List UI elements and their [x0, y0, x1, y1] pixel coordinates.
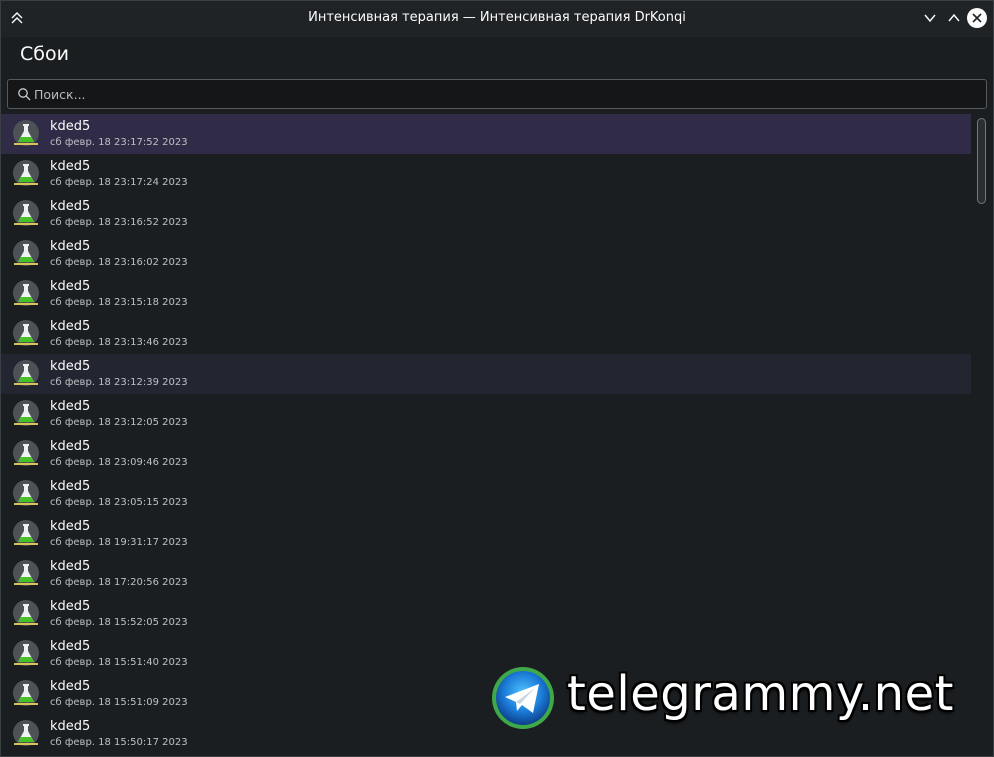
chevron-up-icon — [948, 13, 960, 22]
search-icon — [18, 88, 31, 101]
crash-list-item[interactable]: kded5 сб февр. 18 23:17:52 2023 — [1, 114, 971, 154]
crash-app-name: kded5 — [50, 199, 91, 214]
flask-icon — [13, 440, 39, 466]
page-title: Сбои — [20, 43, 69, 65]
crash-app-name: kded5 — [50, 279, 91, 294]
crash-timestamp: сб февр. 18 23:12:39 2023 — [50, 377, 188, 388]
crash-app-name: kded5 — [50, 359, 91, 374]
crash-timestamp: сб февр. 18 23:16:02 2023 — [50, 257, 188, 268]
crash-timestamp: сб февр. 18 15:51:40 2023 — [50, 657, 188, 668]
watermark: telegrammy.net — [491, 664, 981, 734]
crash-timestamp: сб февр. 18 15:52:05 2023 — [50, 617, 188, 628]
scrollbar[interactable] — [972, 114, 992, 756]
flask-icon — [13, 640, 39, 666]
crash-timestamp: сб февр. 18 23:15:18 2023 — [50, 297, 188, 308]
crash-list-item[interactable]: kded5 сб февр. 18 17:20:56 2023 — [1, 554, 971, 594]
crash-timestamp: сб февр. 18 19:31:17 2023 — [50, 537, 188, 548]
search-box[interactable] — [7, 79, 987, 109]
crash-timestamp: сб февр. 18 17:20:56 2023 — [50, 577, 188, 588]
crash-app-name: kded5 — [50, 559, 91, 574]
crash-app-name: kded5 — [50, 719, 91, 734]
crash-list-item[interactable]: kded5 сб февр. 18 23:15:18 2023 — [1, 274, 971, 314]
crash-list-item[interactable]: kded5 сб февр. 18 23:16:02 2023 — [1, 234, 971, 274]
flask-icon — [13, 680, 39, 706]
crash-list-item[interactable]: kded5 сб февр. 18 15:52:05 2023 — [1, 594, 971, 634]
crash-list-item[interactable]: kded5 сб февр. 18 23:05:15 2023 — [1, 474, 971, 514]
close-button[interactable] — [967, 8, 987, 28]
crash-timestamp: сб февр. 18 23:13:46 2023 — [50, 337, 188, 348]
crash-timestamp: сб февр. 18 15:50:17 2023 — [50, 737, 188, 748]
window-title: Интенсивная терапия — Интенсивная терапи… — [308, 10, 686, 25]
crash-app-name: kded5 — [50, 239, 91, 254]
flask-icon — [13, 480, 39, 506]
crash-timestamp: сб февр. 18 23:09:46 2023 — [50, 457, 188, 468]
flask-icon — [13, 560, 39, 586]
close-icon — [972, 13, 982, 23]
flask-icon — [13, 320, 39, 346]
watermark-text: telegrammy.net — [567, 666, 954, 722]
flask-icon — [13, 600, 39, 626]
crash-app-name: kded5 — [50, 679, 91, 694]
maximize-button[interactable] — [945, 9, 963, 27]
crash-timestamp: сб февр. 18 23:12:05 2023 — [50, 417, 188, 428]
crash-app-name: kded5 — [50, 519, 91, 534]
flask-icon — [13, 120, 39, 146]
crash-list[interactable]: kded5 сб февр. 18 23:17:52 2023 kded5 сб фе… — [1, 114, 971, 756]
crash-app-name: kded5 — [50, 639, 91, 654]
flask-icon — [13, 200, 39, 226]
title-bar[interactable]: Интенсивная терапия — Интенсивная терапи… — [1, 1, 993, 37]
crash-app-name: kded5 — [50, 599, 91, 614]
crash-timestamp: сб февр. 18 23:17:52 2023 — [50, 137, 188, 148]
drkonqi-window: Интенсивная терапия — Интенсивная терапи… — [0, 0, 994, 757]
crash-list-item[interactable]: kded5 сб февр. 18 19:31:17 2023 — [1, 514, 971, 554]
crash-timestamp: сб февр. 18 23:05:15 2023 — [50, 497, 188, 508]
crash-timestamp: сб февр. 18 23:17:24 2023 — [50, 177, 188, 188]
crash-app-name: kded5 — [50, 319, 91, 334]
flask-icon — [13, 520, 39, 546]
chevron-down-icon — [924, 14, 936, 23]
flask-icon — [13, 360, 39, 386]
crash-app-name: kded5 — [50, 159, 91, 174]
flask-icon — [13, 160, 39, 186]
crash-app-name: kded5 — [50, 479, 91, 494]
search-input[interactable] — [34, 84, 974, 104]
scrollbar-thumb[interactable] — [977, 118, 986, 204]
crash-list-item[interactable]: kded5 сб февр. 18 23:09:46 2023 — [1, 434, 971, 474]
flask-icon — [13, 240, 39, 266]
crash-app-name: kded5 — [50, 119, 91, 134]
crash-app-name: kded5 — [50, 399, 91, 414]
flask-icon — [13, 400, 39, 426]
crash-list-item[interactable]: kded5 сб февр. 18 23:17:24 2023 — [1, 154, 971, 194]
telegram-logo-icon — [492, 667, 554, 729]
crash-list-item[interactable]: kded5 сб февр. 18 23:12:39 2023 — [1, 354, 971, 394]
crash-timestamp: сб февр. 18 15:51:09 2023 — [50, 697, 188, 708]
flask-icon — [13, 280, 39, 306]
crash-list-item[interactable]: kded5 сб февр. 18 23:13:46 2023 — [1, 314, 971, 354]
crash-list-item[interactable]: kded5 сб февр. 18 23:16:52 2023 — [1, 194, 971, 234]
crash-timestamp: сб февр. 18 23:16:52 2023 — [50, 217, 188, 228]
minimize-button[interactable] — [921, 9, 939, 27]
crash-app-name: kded5 — [50, 439, 91, 454]
crash-list-item[interactable]: kded5 сб февр. 18 23:12:05 2023 — [1, 394, 971, 434]
flask-icon — [13, 720, 39, 746]
